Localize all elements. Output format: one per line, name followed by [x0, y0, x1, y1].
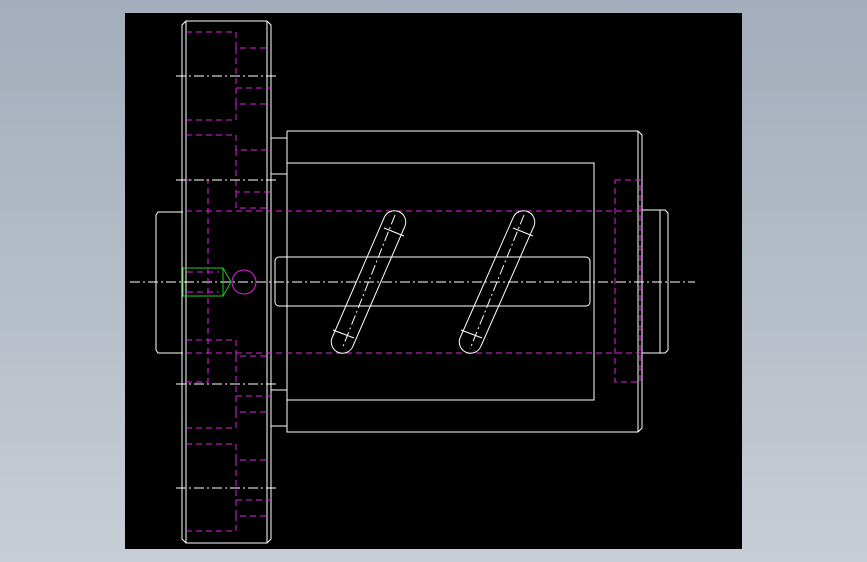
hidden-bore	[186, 179, 643, 383]
mechanical-drawing	[130, 20, 695, 544]
helical-slot-2	[458, 210, 536, 354]
cad-viewport[interactable]	[125, 13, 742, 549]
